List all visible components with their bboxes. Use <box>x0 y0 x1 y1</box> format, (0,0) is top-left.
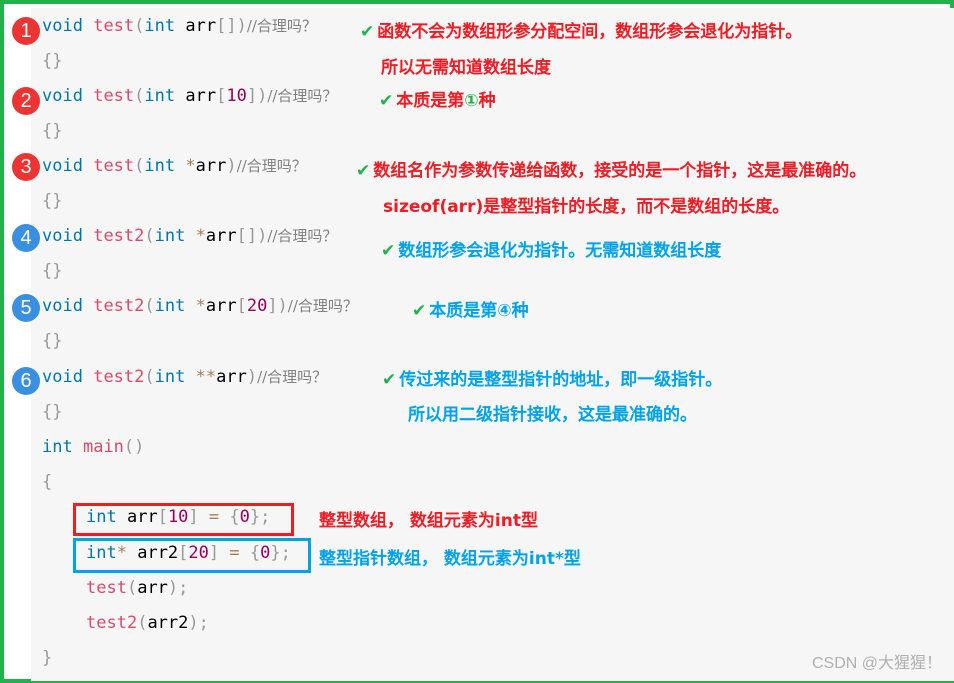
code-main-signature: int main() <box>42 437 145 457</box>
code-line-2: void test(int arr[10])//合理吗？ <box>42 86 338 106</box>
annotation-4: ✔ 数组形参会退化为指针。无需知道数组长度 <box>381 241 722 261</box>
number-badge-1: 1 <box>12 17 40 45</box>
code-line-3: void test(int *arr)//合理吗？ <box>42 156 307 176</box>
code-braces-6: {} <box>42 402 63 422</box>
code-comment: //合理吗？ <box>257 368 328 386</box>
number-badge-6: 6 <box>12 367 40 395</box>
code-braces-4: {} <box>42 261 63 281</box>
code-line-1: void test(int arr[])//合理吗？ <box>42 16 317 36</box>
annotation-6-line2: 所以用二级指针接收，这是最准确的。 <box>408 405 697 425</box>
number-badge-3: 3 <box>12 153 40 181</box>
code-call-test2: test2(arr2); <box>86 613 209 633</box>
annotation-3-line2: sizeof(arr)是整型指针的长度，而不是数组的长度。 <box>383 197 790 217</box>
check-icon: ✔ <box>382 370 397 390</box>
code-braces-2: {} <box>42 121 63 141</box>
check-icon: ✔ <box>412 301 427 321</box>
code-braces-1: {} <box>42 51 63 71</box>
annotation-1: ✔ 函数不会为数组形参分配空间，数组形参会退化为指针。 <box>360 22 803 42</box>
code-decl-arr2: int* arr2[20] = {0}; <box>86 543 291 563</box>
annotation-6: ✔ 传过来的是整型指针的地址，即一级指针。 <box>382 370 723 390</box>
number-badge-2: 2 <box>12 87 40 115</box>
code-comment: //合理吗？ <box>236 157 307 175</box>
check-icon: ✔ <box>379 91 394 111</box>
code-close-brace: } <box>42 648 53 668</box>
check-icon: ✔ <box>360 22 375 42</box>
csdn-watermark: CSDN @大猩猩！ <box>811 655 942 672</box>
annotation-1-line2: 所以无需知道数组长度 <box>381 58 551 78</box>
code-comment: //合理吗？ <box>287 297 358 315</box>
annotation-2: ✔ 本质是第①种 <box>379 91 496 111</box>
annotation-5: ✔ 本质是第④种 <box>412 301 529 321</box>
code-line-6: void test2(int **arr)//合理吗？ <box>42 367 328 387</box>
code-line-4: void test2(int *arr[])//合理吗？ <box>42 226 338 246</box>
code-braces-3: {} <box>42 191 63 211</box>
number-badge-4: 4 <box>12 224 40 252</box>
code-comment: //合理吗？ <box>267 227 338 245</box>
number-badge-5: 5 <box>12 294 40 322</box>
annotation-int-array: 整型数组， 数组元素为int型 <box>319 511 538 531</box>
annotation-pointer-array: 整型指针数组， 数组元素为int*型 <box>319 549 581 569</box>
check-icon: ✔ <box>381 241 396 261</box>
code-line-5: void test2(int *arr[20])//合理吗？ <box>42 296 358 316</box>
check-icon: ✔ <box>356 161 371 181</box>
code-call-test: test(arr); <box>86 578 189 598</box>
code-decl-arr: int arr[10] = {0}; <box>86 507 271 527</box>
code-braces-5: {} <box>42 331 63 351</box>
code-open-brace: { <box>42 472 53 492</box>
code-comment: //合理吗？ <box>246 17 317 35</box>
annotation-3: ✔ 数组名作为参数传递给函数，接受的是一个指针，这是最准确的。 <box>356 161 867 181</box>
code-comment: //合理吗？ <box>267 87 338 105</box>
